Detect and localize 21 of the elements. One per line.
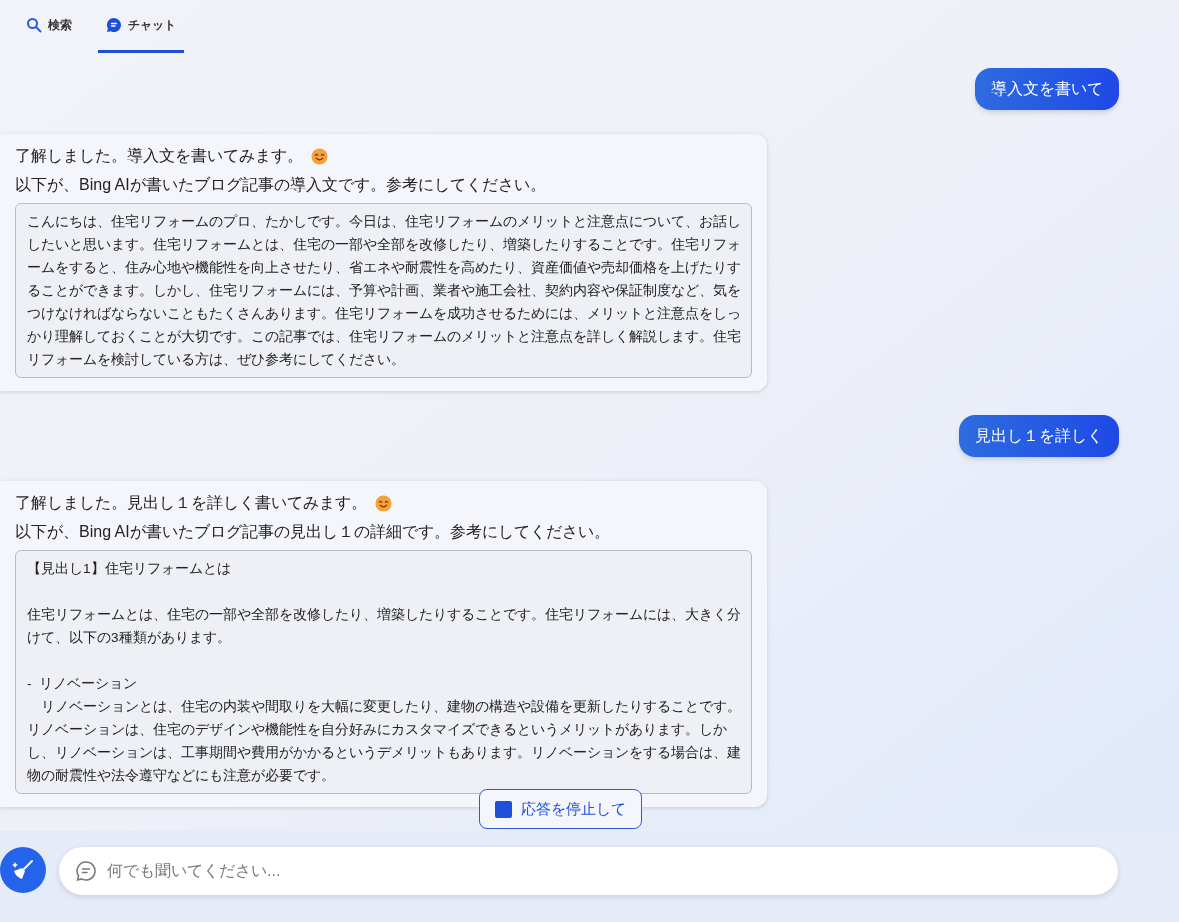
- bot-lead-text: 以下が、Bing AIが書いたブログ記事の導入文です。参考にしてください。: [15, 175, 547, 195]
- broom-icon: [11, 858, 35, 882]
- chat-input-box[interactable]: 何でも聞いてください...: [59, 847, 1118, 895]
- chat-bubble-icon: [106, 17, 122, 33]
- chat-bubble-icon: [75, 860, 97, 882]
- tab[interactable]: 検索: [18, 0, 80, 53]
- bot-intro-text: 了解しました。導入文を書いてみます。: [15, 146, 303, 166]
- generated-paragraph: リノベーションとは、住宅の内装や間取りを大幅に変更したり、建物の構造や設備を更新したりすることです。リノベーションは、住宅のデザインや機能性を自分好みにカスタマイズできるというメリットがあります。しかし、リノベーションは、工事期間や費用がかかるというデメリットもあります。リノベーションをする場合は、建物の耐震性や法令遵守などにも注意が必要です。: [27, 698, 742, 785]
- generated-paragraph: - リノベーション: [27, 675, 139, 693]
- generated-paragraph: 住宅リフォームとは、住宅の一部や全部を改修したり、増築したりすることです。住宅リフォームには、大きく分けて、以下の3種類があります。: [27, 606, 742, 647]
- stop-response-button[interactable]: 応答を停止して: [479, 789, 642, 829]
- bot-lead-text: 以下が、Bing AIが書いたブログ記事の見出し１の詳細です。参考にしてください。: [15, 522, 611, 542]
- stop-square-icon: [495, 800, 512, 818]
- generated-paragraph: こんにちは、住宅リフォームのプロ、たかしです。今日は、住宅リフォームのメリットと注意点について、お話ししたいと思います。住宅リフォームとは、住宅の一部や全部を改修したり、増築したりすることです。住宅リフォームをすると、住み心地や機能性を向上させたり、省エネや耐震性を高めたり、資産価値や売却価格を上げたりすることができます。しかし、住宅リフォームには、予算や計画、業者や施工会社、契約内容や保証制度など、気をつけなければならないこともたくさんあります。住宅リフォームを成功させるためには、メリットと注意点をしっかり理解しておくことが大切です。この記事では、住宅リフォームのメリットと注意点を詳しく解説します。住宅リフォームを検討している方は、ぜひ参考にしてください。: [27, 213, 742, 369]
- user-message-bubble: 導入文を書いて: [975, 68, 1119, 110]
- bot-intro-text: 了解しました。見出し１を詳しく書いてみます。: [15, 493, 367, 513]
- new-topic-broom-button[interactable]: [0, 847, 46, 893]
- user-message-bubble: 見出し１を詳しく: [959, 415, 1119, 457]
- search-icon: [26, 17, 42, 33]
- tab[interactable]: チャット: [98, 0, 184, 53]
- generated-paragraph: 【見出し1】住宅リフォームとは: [27, 560, 232, 578]
